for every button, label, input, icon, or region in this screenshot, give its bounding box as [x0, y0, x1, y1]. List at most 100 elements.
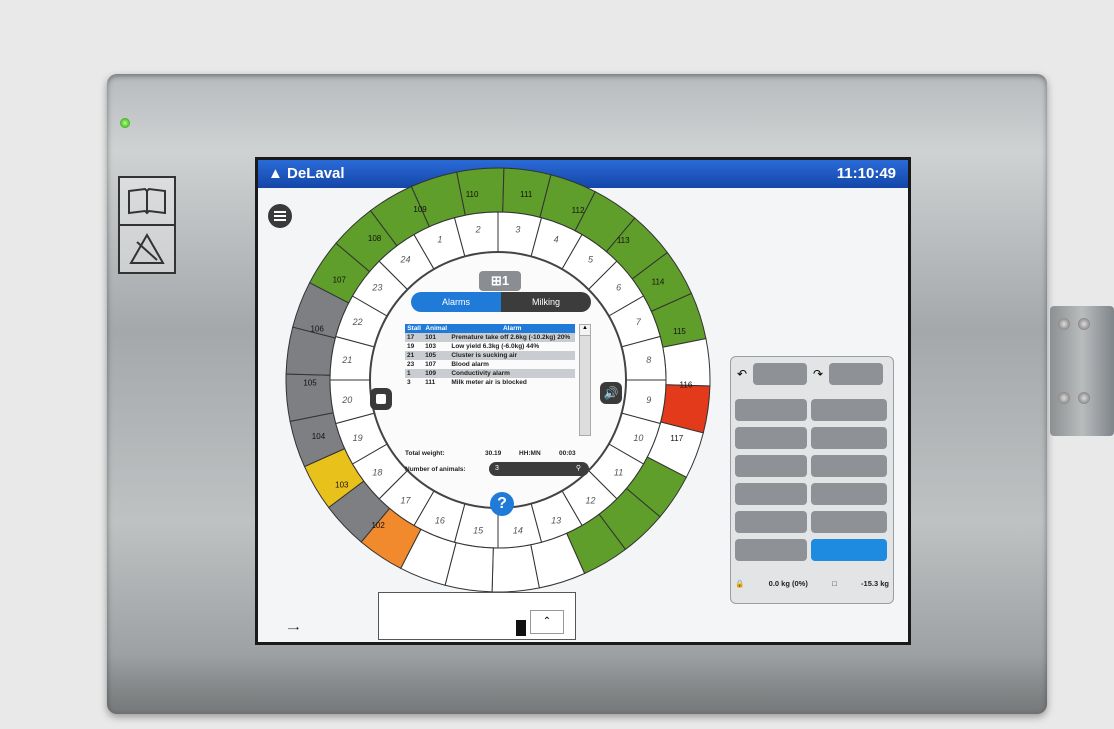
tab-milking[interactable]: Milking — [501, 292, 591, 312]
rotate-left-icon[interactable]: ↶ — [737, 367, 747, 381]
time-value: 00:03 — [559, 450, 576, 457]
cell-stall: 3 — [407, 379, 411, 386]
animals-value: 3 — [495, 465, 499, 472]
control-button[interactable] — [811, 455, 887, 477]
cell-stall: 1 — [405, 369, 424, 378]
table-row[interactable]: 21 105 Cluster is sucking air — [405, 351, 575, 360]
control-button[interactable] — [735, 427, 807, 449]
bolt-icon — [1078, 392, 1090, 404]
animal-label: 113 — [617, 236, 630, 245]
unit-number: 1 — [501, 273, 510, 288]
control-button[interactable] — [811, 511, 887, 533]
animal-label: 112 — [572, 206, 585, 215]
animal-label: 111 — [520, 190, 533, 199]
cell-alarm: Premature take off 2.6kg (-10.2kg) 20% — [449, 333, 575, 342]
stop-icon — [376, 394, 386, 404]
expand-button[interactable]: ⌃ — [530, 610, 564, 634]
stall-number: 8 — [646, 355, 651, 365]
control-button[interactable] — [735, 511, 807, 533]
control-button[interactable] — [735, 399, 807, 421]
total-weight-label: Total weight: — [405, 450, 445, 457]
total-weight-row: Total weight: 30.19 HH:MN 00:03 — [405, 450, 595, 457]
scroll-up-icon[interactable]: ▲ — [580, 325, 590, 336]
stall-number: 23 — [371, 282, 382, 292]
animals-field[interactable]: 3 ⚲ — [489, 462, 589, 476]
unit-badge: ⊞1 — [479, 271, 521, 291]
bolt-icon — [1058, 392, 1070, 404]
animals-label: Number of animals: — [405, 466, 466, 473]
help-button[interactable]: ? — [490, 492, 514, 516]
table-row[interactable]: 1 109 Conductivity alarm — [405, 369, 575, 378]
cell-stall: 23 — [407, 361, 415, 368]
stall-number: 2 — [475, 224, 481, 234]
cell-alarm: Cluster is sucking air — [449, 351, 575, 360]
cell-alarm: Conductivity alarm — [449, 369, 575, 378]
animal-label: 108 — [368, 234, 382, 243]
cell-stall: 17 — [405, 333, 424, 342]
touch-screen: ▲ DeLaval 11:10:49 102 103 104 105 106 107 108… — [255, 157, 911, 645]
stall-number: 22 — [352, 317, 363, 327]
stall-number: 14 — [513, 526, 523, 536]
control-button[interactable] — [811, 399, 887, 421]
col-animal: Animal — [423, 324, 450, 333]
cell-stall: 19 — [407, 343, 415, 350]
table-row[interactable]: 17 101 Premature take off 2.6kg (-10.2kg) … — [405, 333, 575, 342]
control-button-active[interactable] — [811, 539, 887, 561]
rotate-right-icon[interactable]: ↷ — [813, 367, 823, 381]
stall-number: 20 — [341, 395, 352, 405]
stall-number: 4 — [554, 235, 559, 245]
stall-sector[interactable] — [662, 338, 711, 387]
animal-label: 110 — [466, 190, 479, 199]
stall-sector[interactable] — [491, 544, 540, 593]
alarm-panel: ⊞1 Alarms Milking Stall Animal Alarm 17 1… — [401, 271, 601, 476]
position-marker — [516, 620, 526, 636]
tab-bar: Alarms Milking — [411, 292, 591, 312]
control-button[interactable] — [735, 539, 807, 561]
bolt-icon — [1058, 318, 1070, 330]
stall-number: 11 — [614, 468, 623, 478]
stall-number: 6 — [616, 282, 621, 292]
cell-animal: 101 — [423, 333, 450, 342]
table-row[interactable]: 3 111 Milk meter air is blocked — [405, 378, 575, 387]
animal-label: 109 — [413, 205, 427, 214]
animal-label: 103 — [335, 481, 349, 490]
cell-alarm: Milk meter air is blocked — [451, 379, 527, 386]
control-button[interactable] — [811, 483, 887, 505]
col-alarm: Alarm — [449, 324, 575, 333]
tab-alarms[interactable]: Alarms — [411, 292, 501, 312]
table-scrollbar[interactable]: ▲ — [579, 324, 591, 436]
bucket-icon: □ — [832, 579, 837, 588]
power-led — [120, 118, 130, 128]
stall-number: 18 — [372, 468, 382, 478]
stall-number: 15 — [473, 526, 484, 536]
animal-label: 114 — [652, 277, 665, 286]
control-button[interactable] — [735, 483, 807, 505]
control-panel: ↶ ↷ 🔒 0.0 kg (0%) □ -15.3 kg — [730, 356, 894, 604]
table-row[interactable]: 19 103 Low yield 6.3kg (-6.0kg) 44% — [405, 342, 575, 351]
stall-number: 12 — [586, 496, 596, 506]
weight-row: 🔒 0.0 kg (0%) □ -15.3 kg — [735, 579, 889, 588]
control-button[interactable] — [811, 427, 887, 449]
stall-number: 9 — [646, 395, 651, 405]
control-button[interactable] — [735, 455, 807, 477]
animal-label: 102 — [371, 521, 385, 530]
search-icon[interactable]: ⚲ — [576, 462, 581, 476]
alarm-table: Stall Animal Alarm 17 101 Premature take o… — [405, 324, 575, 387]
rotate-right-button[interactable] — [829, 363, 883, 385]
animal-label: 105 — [303, 378, 317, 387]
col-stall: Stall — [405, 324, 424, 333]
animal-label: 116 — [680, 381, 693, 390]
manual-icon — [118, 176, 176, 226]
rotate-left-button[interactable] — [753, 363, 807, 385]
stop-button[interactable] — [370, 388, 392, 410]
sound-button[interactable]: 🔊 — [600, 382, 622, 404]
chevron-up-icon: ⌃ — [542, 616, 552, 627]
animal-label: 107 — [333, 275, 347, 284]
total-weight-value: 30.19 — [485, 450, 502, 457]
table-row[interactable]: 23 107 Blood alarm — [405, 360, 575, 369]
warning-icon — [118, 224, 176, 274]
status-icon: —• — [288, 624, 299, 633]
stall-number: 16 — [435, 515, 445, 525]
cell-alarm: Blood alarm — [451, 361, 489, 368]
cell-animal: 109 — [423, 369, 450, 378]
